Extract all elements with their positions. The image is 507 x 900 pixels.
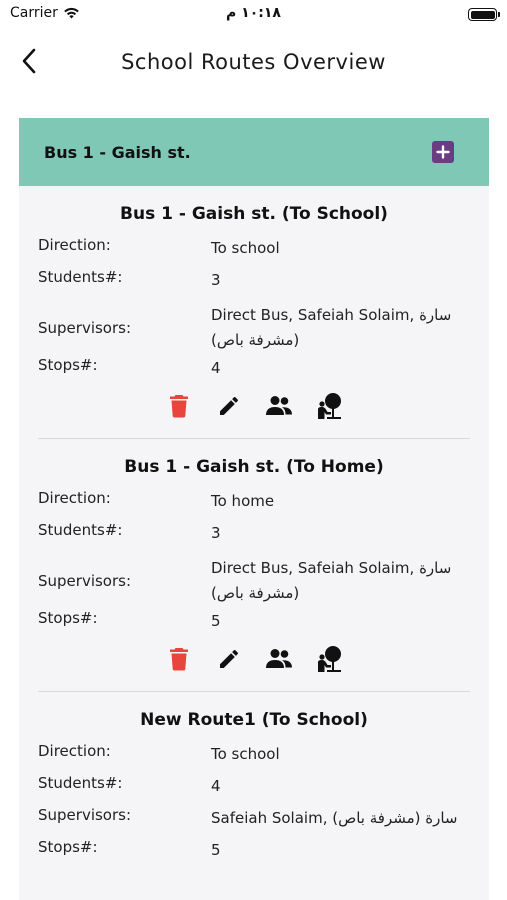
- people-icon: [266, 396, 292, 415]
- stops-value: 5: [211, 841, 221, 859]
- pencil-icon: [220, 649, 239, 668]
- route-stops-button[interactable]: [315, 645, 343, 673]
- trash-icon: [170, 648, 188, 671]
- direction-value: To school: [211, 745, 280, 763]
- supervisors-label: Supervisors:: [38, 572, 132, 590]
- students-label: Students#:: [38, 268, 123, 286]
- battery-icon: [468, 8, 500, 21]
- stops-value: 5: [211, 612, 221, 630]
- supervisors-value: Direct Bus, Safeiah Solaim, سارة (مشرفة …: [211, 556, 470, 606]
- route-direction-row: Direction: To school: [38, 742, 470, 774]
- direction-label: Direction:: [38, 236, 111, 254]
- stops-value: 4: [211, 359, 221, 377]
- route-supervisors-row: Supervisors: Safeiah Solaim, سارة (مشرفة…: [38, 806, 470, 838]
- trash-icon: [170, 395, 188, 418]
- direction-value: To school: [211, 239, 280, 257]
- students-value: 3: [211, 524, 221, 542]
- supervisors-value: Direct Bus, Safeiah Solaim, سارة (مشرفة …: [211, 303, 470, 353]
- route-students-row: Students#: 3: [38, 268, 470, 300]
- students-value: 4: [211, 777, 221, 795]
- edit-route-button[interactable]: [215, 645, 243, 673]
- delete-route-button[interactable]: [165, 645, 193, 673]
- delete-route-button[interactable]: [165, 392, 193, 420]
- map-pin-person-icon: [318, 393, 341, 419]
- route-actions: [38, 641, 470, 691]
- supervisors-value-line2: (مشرفة باص): [211, 331, 300, 349]
- stops-label: Stops#:: [38, 609, 98, 627]
- route-supervisors-row: Supervisors: Direct Bus, Safeiah Solaim,…: [38, 300, 470, 356]
- nav-bar: School Routes Overview: [0, 40, 507, 86]
- add-route-button[interactable]: [432, 141, 454, 163]
- supervisors-value: Safeiah Solaim, سارة (مشرفة باص): [211, 809, 458, 827]
- supervisors-label: Supervisors:: [38, 806, 132, 824]
- route-students-row: Students#: 3: [38, 521, 470, 553]
- page-title: School Routes Overview: [121, 50, 386, 74]
- route-stops-row: Stops#: 4: [38, 356, 470, 388]
- edit-route-button[interactable]: [215, 392, 243, 420]
- route-stops-row: Stops#: 5: [38, 838, 470, 870]
- status-bar: Carrier ١٠:١٨ م: [0, 0, 507, 30]
- route-students-row: Students#: 4: [38, 774, 470, 806]
- supervisors-value-line2: (مشرفة باص): [211, 584, 300, 602]
- stops-label: Stops#:: [38, 838, 98, 856]
- direction-label: Direction:: [38, 742, 111, 760]
- stops-label: Stops#:: [38, 356, 98, 374]
- route-students-button[interactable]: [265, 392, 293, 420]
- route-stops-button[interactable]: [315, 392, 343, 420]
- route-group-header[interactable]: Bus 1 - Gaish st.: [19, 118, 489, 186]
- route-card: Bus 1 - Gaish st. (To Home) Direction: T…: [19, 439, 489, 691]
- route-students-button[interactable]: [265, 645, 293, 673]
- route-title: Bus 1 - Gaish st. (To School): [120, 204, 388, 224]
- direction-value: To home: [211, 492, 275, 510]
- status-time: ١٠:١٨ م: [226, 5, 281, 21]
- route-direction-row: Direction: To home: [38, 489, 470, 521]
- route-actions: [38, 388, 470, 438]
- map-pin-person-icon: [318, 646, 341, 672]
- route-card: New Route1 (To School) Direction: To sch…: [19, 692, 489, 870]
- pencil-icon: [220, 396, 239, 415]
- direction-label: Direction:: [38, 489, 111, 507]
- route-group-panel: Bus 1 - Gaish st. Bus 1 - Gaish st. (To …: [19, 118, 489, 900]
- route-card: Bus 1 - Gaish st. (To School) Direction:…: [19, 186, 489, 438]
- route-supervisors-row: Supervisors: Direct Bus, Safeiah Solaim,…: [38, 553, 470, 609]
- students-label: Students#:: [38, 521, 123, 539]
- route-stops-row: Stops#: 5: [38, 609, 470, 641]
- supervisors-value-line1: Direct Bus, Safeiah Solaim, سارة: [211, 559, 452, 577]
- plus-icon: [436, 145, 450, 159]
- route-direction-row: Direction: To school: [38, 236, 470, 268]
- students-label: Students#:: [38, 774, 123, 792]
- people-icon: [266, 649, 292, 668]
- supervisors-label: Supervisors:: [38, 319, 132, 337]
- route-title: Bus 1 - Gaish st. (To Home): [124, 457, 384, 477]
- route-group-title: Bus 1 - Gaish st.: [44, 142, 191, 162]
- route-title: New Route1 (To School): [140, 710, 368, 730]
- students-value: 3: [211, 271, 221, 289]
- supervisors-value-line1: Direct Bus, Safeiah Solaim, سارة: [211, 306, 452, 324]
